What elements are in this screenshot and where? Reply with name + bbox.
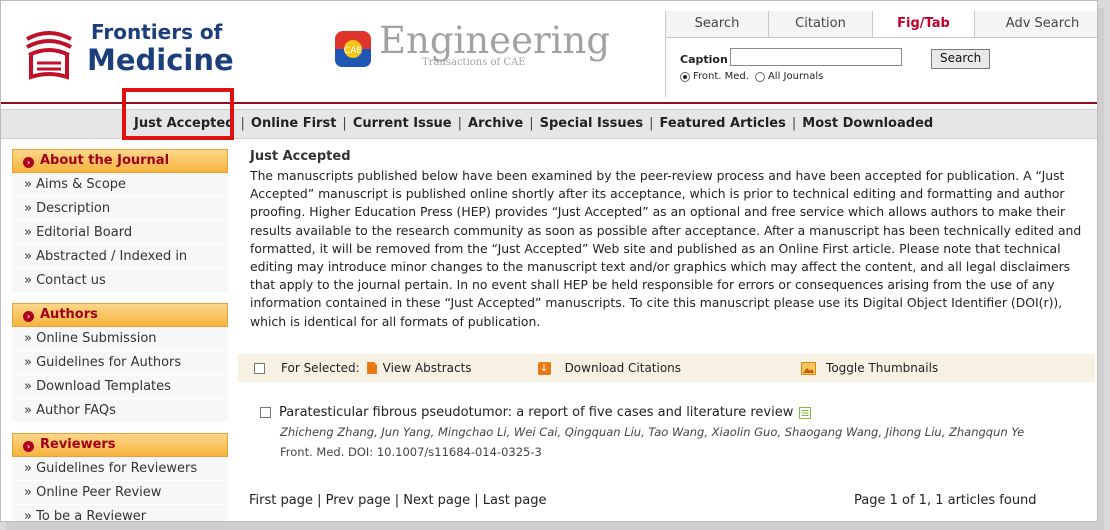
chevron-right-icon: › xyxy=(23,441,34,452)
sidebar-head-reviewers[interactable]: › Reviewers xyxy=(12,433,228,457)
nav-current-issue[interactable]: Current Issue xyxy=(353,116,452,131)
article-actions-bar: For Selected: View Abstracts ↓ Download … xyxy=(238,354,1095,382)
page-title: Just Accepted xyxy=(250,149,351,164)
sidebar-gap xyxy=(12,423,228,433)
nav-separator: | xyxy=(529,116,534,131)
fulltext-icon[interactable] xyxy=(799,406,812,419)
nav-featured-articles[interactable]: Featured Articles xyxy=(660,116,786,131)
sidebar-item-download-templates[interactable]: » Download Templates xyxy=(12,375,228,399)
caption-input[interactable] xyxy=(729,47,902,66)
sidebar-item-online-peer-review[interactable]: » Online Peer Review xyxy=(12,481,228,505)
journal-title-line1: Frontiers of xyxy=(91,20,223,44)
pager-separator: | xyxy=(474,493,483,508)
article-authors: Zhicheng Zhang, Jun Yang, Mingchao Li, W… xyxy=(280,425,1025,439)
engineering-banner[interactable]: Engineering Transactions of CAE xyxy=(379,19,611,69)
journal-title-line2: Medicine xyxy=(87,43,234,77)
pager-separator: | xyxy=(317,493,326,508)
cae-badge-text: CAE xyxy=(344,46,362,56)
cae-logo-icon[interactable]: CAE xyxy=(333,29,373,69)
select-all-checkbox[interactable] xyxy=(254,362,265,374)
article-title-link[interactable]: Paratesticular fibrous pseudotumor: a re… xyxy=(279,405,793,420)
sidebar-item-description[interactable]: » Description xyxy=(12,197,228,221)
sidebar-item-abstracted-indexed[interactable]: » Abstracted / Indexed in xyxy=(12,245,228,269)
highlight-annotation-box xyxy=(122,88,234,140)
sidebar-item-guidelines-reviewers[interactable]: » Guidelines for Reviewers xyxy=(12,457,228,481)
intro-paragraph: The manuscripts published below have bee… xyxy=(250,168,1082,329)
nav-separator: | xyxy=(240,116,245,131)
list-item: Paratesticular fibrous pseudotumor: a re… xyxy=(260,405,1080,459)
site-header: Frontiers of Medicine CAE Engineering Tr… xyxy=(1,1,1097,97)
next-page-link[interactable]: Next page xyxy=(403,493,470,508)
sidebar-head-authors[interactable]: › Authors xyxy=(12,303,228,327)
sidebar-head-about[interactable]: › About the Journal xyxy=(12,149,228,173)
nav-online-first[interactable]: Online First xyxy=(251,116,337,131)
scope-radio-front-med[interactable] xyxy=(680,71,690,82)
download-icon[interactable]: ↓ xyxy=(537,361,551,375)
caption-row: Caption xyxy=(680,47,902,66)
view-abstracts-link[interactable]: View Abstracts xyxy=(383,361,472,375)
sidebar-item-contact-us[interactable]: » Contact us xyxy=(12,269,228,293)
nav-archive[interactable]: Archive xyxy=(468,116,523,131)
download-citations-link[interactable]: Download Citations xyxy=(565,361,681,375)
sidebar-item-online-submission[interactable]: » Online Submission xyxy=(12,327,228,351)
scope-label-all-journals: All Journals xyxy=(767,71,824,82)
tab-search[interactable]: Search xyxy=(666,11,769,37)
journal-title[interactable]: Frontiers of Medicine xyxy=(87,21,234,77)
journal-logo-icon[interactable] xyxy=(19,25,79,85)
image-icon xyxy=(801,361,817,375)
nav-special-issues[interactable]: Special Issues xyxy=(540,116,644,131)
search-scope: Front. Med. All Journals xyxy=(680,71,823,82)
prev-page-link[interactable]: Prev page xyxy=(326,493,391,508)
document-icon xyxy=(366,362,377,374)
search-button[interactable]: Search xyxy=(931,49,991,69)
sidebar-head-label: About the Journal xyxy=(40,153,170,168)
sidebar-gap xyxy=(12,293,228,303)
pager-separator: | xyxy=(394,493,404,508)
first-page-link[interactable]: First page xyxy=(249,493,313,508)
chevron-right-icon: › xyxy=(23,311,34,322)
tab-citation[interactable]: Citation xyxy=(769,11,873,37)
search-tabs: Search Citation Fig/Tab Adv Search xyxy=(666,11,1097,38)
sidebar-item-aims-scope[interactable]: » Aims & Scope xyxy=(12,173,228,197)
sidebar-item-guidelines-authors[interactable]: » Guidelines for Authors xyxy=(12,351,228,375)
main-content: Just Accepted The manuscripts published … xyxy=(238,149,1097,508)
scope-radio-all-journals[interactable] xyxy=(754,71,765,82)
article-doi: Front. Med. DOI: 10.1007/s11684-014-0325… xyxy=(280,445,542,459)
nav-separator: | xyxy=(342,116,347,131)
nav-separator: | xyxy=(649,116,654,131)
search-panel: Search Citation Fig/Tab Adv Search Capti… xyxy=(665,11,1097,97)
nav-separator: | xyxy=(457,116,463,131)
tab-adv-search[interactable]: Adv Search xyxy=(975,11,1097,37)
sidebar: › About the Journal » Aims & Scope » Desc… xyxy=(12,149,228,521)
page-summary: Page 1 of 1, 1 articles found xyxy=(854,493,1037,508)
last-page-link[interactable]: Last page xyxy=(483,493,547,508)
nav-most-downloaded[interactable]: Most Downloaded xyxy=(802,116,933,131)
for-selected-label: For Selected: xyxy=(281,361,360,375)
sidebar-head-label: Reviewers xyxy=(40,437,116,452)
sidebar-head-label: Authors xyxy=(40,307,98,322)
sidebar-item-editorial-board[interactable]: » Editorial Board xyxy=(12,221,228,245)
chevron-right-icon: › xyxy=(23,157,34,168)
sidebar-item-be-reviewer[interactable]: » To be a Reviewer xyxy=(12,505,228,521)
tab-fig-tab[interactable]: Fig/Tab xyxy=(873,11,975,37)
scope-label-front-med: Front. Med. xyxy=(693,71,749,82)
caption-label: Caption xyxy=(680,53,728,66)
nav-separator: | xyxy=(791,116,797,131)
page-frame: Frontiers of Medicine CAE Engineering Tr… xyxy=(0,0,1098,522)
article-checkbox[interactable] xyxy=(260,407,271,418)
engineering-word: Engineering xyxy=(379,19,611,62)
sidebar-item-author-faqs[interactable]: » Author FAQs xyxy=(12,399,228,423)
toggle-thumbnails-link[interactable]: Toggle Thumbnails xyxy=(826,361,938,375)
